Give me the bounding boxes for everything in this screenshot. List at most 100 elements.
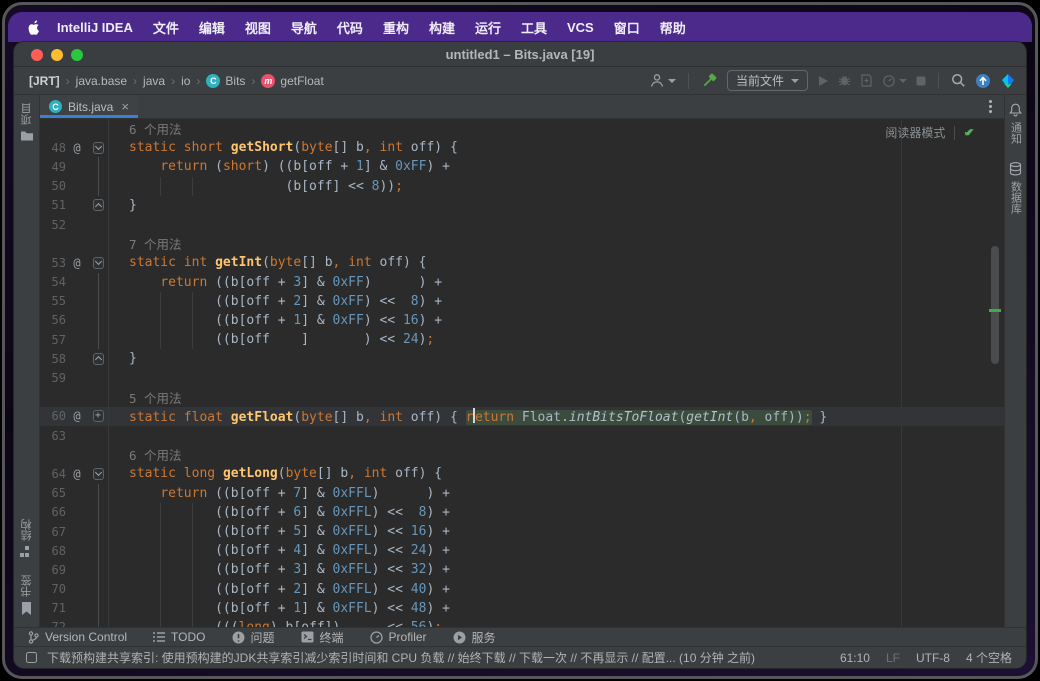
gem-learn-icon[interactable] (1000, 73, 1016, 89)
code-line[interactable]: 52 (40, 215, 1004, 234)
code-text[interactable]: return ((b[off + 7] & 0xFFL) ) + (129, 486, 450, 501)
fold-column[interactable] (88, 215, 108, 234)
line-number[interactable]: 60 (40, 409, 66, 423)
menu-file[interactable]: 文件 (143, 18, 189, 37)
code-text[interactable]: return ((b[off + 3] & 0xFF) ) + (129, 275, 442, 290)
tool-window-project[interactable]: 项目 (19, 103, 35, 142)
editor-gutter[interactable] (40, 388, 109, 407)
line-number[interactable]: 67 (40, 525, 66, 539)
usages-hint[interactable]: 7 个用法 (129, 234, 182, 253)
menu-edit[interactable]: 编辑 (189, 18, 235, 37)
code-text[interactable]: return (short) ((b[off + 1] & 0xFF) + (129, 159, 450, 174)
update-available-icon[interactable] (975, 73, 991, 89)
menu-vcs[interactable]: VCS (557, 20, 604, 35)
usages-hint-line[interactable]: 5 个用法 (40, 388, 1004, 407)
code-line[interactable]: 60@+static float getFloat(byte[] b, int … (40, 407, 1004, 426)
code-text[interactable]: ((b[off + 2] & 0xFF) << 8) + (129, 294, 442, 309)
code-line[interactable]: 57 ((b[off ] ) << 24); (40, 330, 1004, 349)
fold-column[interactable]: + (88, 407, 108, 426)
code-line[interactable]: 50 (b[off] << 8)); (40, 177, 1004, 196)
line-number[interactable]: 57 (40, 333, 66, 347)
code-text[interactable]: static float getFloat(byte[] b, int off)… (129, 408, 827, 425)
code-line[interactable]: 58} (40, 349, 1004, 368)
editor-gutter[interactable]: 49 (40, 157, 109, 176)
editor-options-kebab-icon[interactable] (977, 95, 1004, 118)
breadcrumb-java[interactable]: java (140, 73, 168, 89)
code-text[interactable]: ((b[off ] ) << 24); (129, 332, 434, 347)
line-number[interactable]: 70 (40, 582, 66, 596)
coverage-button[interactable] (860, 74, 873, 87)
close-window-button[interactable] (31, 49, 43, 61)
code-text[interactable]: } (129, 198, 137, 213)
editor-gutter[interactable] (40, 119, 109, 138)
editor-gutter[interactable]: 57 (40, 330, 109, 349)
fold-marker-icon[interactable] (93, 468, 104, 480)
fold-column[interactable] (88, 119, 108, 138)
code-line[interactable]: 70 ((b[off + 2] & 0xFFL) << 40) + (40, 580, 1004, 599)
line-number[interactable]: 69 (40, 563, 66, 577)
tab-bits-java[interactable]: C Bits.java × (40, 95, 138, 118)
tool-window-structure[interactable]: 结构 (19, 519, 35, 557)
tool-window-services[interactable]: 服务 (453, 629, 496, 646)
menu-build[interactable]: 构建 (419, 18, 465, 37)
line-number[interactable]: 65 (40, 486, 66, 500)
code-line[interactable]: 54 return ((b[off + 3] & 0xFF) ) + (40, 273, 1004, 292)
editor-gutter[interactable]: 59 (40, 368, 109, 387)
code-line[interactable]: 63 (40, 426, 1004, 445)
fold-marker-icon[interactable]: + (93, 410, 104, 422)
fold-column[interactable] (88, 311, 108, 330)
breadcrumb-java-base[interactable]: java.base (73, 73, 130, 89)
code-text[interactable]: ((b[off + 1] & 0xFFL) << 48) + (129, 601, 450, 616)
code-line[interactable]: 68 ((b[off + 4] & 0xFFL) << 24) + (40, 541, 1004, 560)
run-button[interactable] (817, 75, 829, 87)
fold-column[interactable] (88, 177, 108, 196)
tool-window-bookmarks[interactable]: 书签 (19, 575, 35, 615)
editor-gutter[interactable]: 70 (40, 580, 109, 599)
breadcrumb-method-getfloat[interactable]: m getFloat (258, 73, 326, 89)
line-number[interactable]: 68 (40, 544, 66, 558)
usages-hint-line[interactable]: 6 个用法 (40, 119, 1004, 138)
code-line[interactable]: 72 (((long) b[off]) << 56); (40, 618, 1004, 627)
status-message[interactable]: 下载预构建共享索引: 使用预构建的JDK共享索引减少索引时间和 CPU 负载 /… (47, 649, 830, 666)
line-number[interactable]: 59 (40, 371, 66, 385)
annotation-gutter-icon[interactable]: @ (66, 141, 88, 155)
line-number[interactable]: 48 (40, 141, 66, 155)
line-number[interactable]: 66 (40, 505, 66, 519)
editor-gutter[interactable]: 67 (40, 522, 109, 541)
folded-region[interactable]: return Float.intBitsToFloat(getInt(b, of… (466, 410, 812, 425)
fold-marker-icon[interactable] (93, 142, 104, 154)
line-number[interactable]: 58 (40, 352, 66, 366)
fold-column[interactable] (88, 445, 108, 464)
fold-column[interactable] (88, 580, 108, 599)
code-text[interactable]: ((b[off + 6] & 0xFFL) << 8) + (129, 505, 450, 520)
editor-gutter[interactable]: 72 (40, 618, 109, 627)
user-profile-button[interactable] (649, 73, 676, 88)
code-line[interactable]: 55 ((b[off + 2] & 0xFF) << 8) + (40, 292, 1004, 311)
fold-column[interactable] (88, 292, 108, 311)
fold-column[interactable] (88, 618, 108, 627)
code-text[interactable]: ((b[off + 4] & 0xFFL) << 24) + (129, 543, 450, 558)
breadcrumb-io[interactable]: io (178, 73, 193, 89)
fold-column[interactable] (88, 157, 108, 176)
usages-hint[interactable]: 6 个用法 (129, 119, 182, 138)
tool-window-profiler[interactable]: Profiler (370, 630, 427, 644)
no-problems-icon[interactable] (964, 125, 974, 140)
code-text[interactable]: ((b[off + 1] & 0xFF) << 16) + (129, 313, 442, 328)
usages-hint[interactable]: 5 个用法 (129, 388, 182, 407)
line-number[interactable]: 49 (40, 160, 66, 174)
code-line[interactable]: 59 (40, 368, 1004, 387)
code-line[interactable]: 49 return (short) ((b[off + 1] & 0xFF) + (40, 157, 1004, 176)
fold-column[interactable] (88, 273, 108, 292)
fold-marker-icon[interactable] (93, 199, 104, 211)
tool-window-problems[interactable]: 问题 (232, 629, 275, 646)
editor-gutter[interactable]: 68 (40, 541, 109, 560)
code-text[interactable]: ((b[off + 5] & 0xFFL) << 16) + (129, 524, 450, 539)
annotation-gutter-icon[interactable]: @ (66, 256, 88, 270)
fold-column[interactable] (88, 349, 108, 368)
search-everywhere-button[interactable] (951, 73, 966, 88)
fold-column[interactable] (88, 484, 108, 503)
menu-window[interactable]: 窗口 (604, 18, 650, 37)
fold-column[interactable] (88, 560, 108, 579)
reader-mode-widget[interactable]: 阅读器模式 (885, 124, 974, 141)
code-line[interactable]: 53@static int getInt(byte[] b, int off) … (40, 253, 1004, 272)
